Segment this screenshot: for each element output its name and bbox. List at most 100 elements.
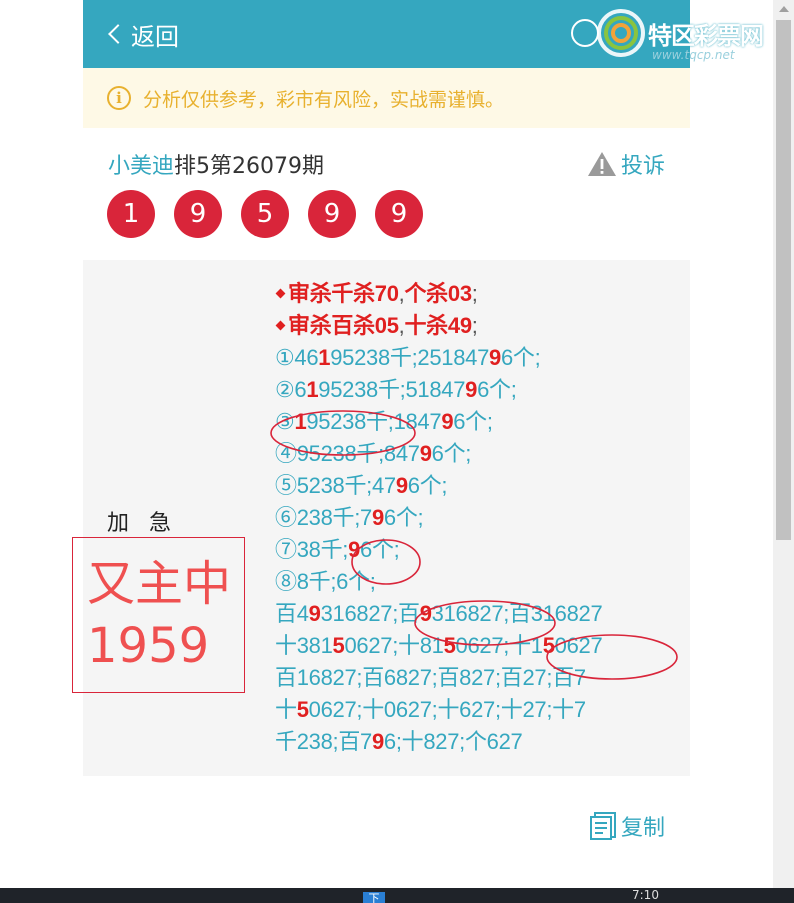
taskbar-clock: 7:10: [632, 888, 659, 902]
highlight-digit: 1: [306, 377, 319, 402]
line-text: 6个;: [383, 505, 424, 530]
result-ball: 9: [375, 190, 423, 238]
copy-button[interactable]: 复制: [589, 810, 665, 842]
prediction-lines: 审杀千杀70,个杀03; 审杀百杀05,十杀49; ①46195238千;25184…: [275, 278, 690, 758]
highlight-digit: 9: [371, 729, 384, 754]
prediction-line: ⑤5238千;4796个;: [275, 470, 690, 502]
result-ball: 5: [241, 190, 289, 238]
line-text: ②6: [275, 377, 307, 402]
scroll-up-arrow-icon[interactable]: [773, 0, 794, 17]
prediction-line: ④95238千;84796个;: [275, 438, 690, 470]
line-text: ⑥238千;7: [275, 505, 372, 530]
line-text: ;: [471, 281, 478, 306]
highlight-digit: 5: [542, 633, 555, 658]
prediction-line: ①46195238千;25184796个;: [275, 342, 690, 374]
line-text: ⑦38千;: [275, 537, 349, 562]
line-text: 6个;: [431, 441, 472, 466]
line-text: 审杀千杀70: [288, 281, 399, 306]
line-text: 十381: [275, 633, 333, 658]
watermark-name: 特区彩票网: [648, 22, 764, 50]
copy-icon: [589, 811, 617, 841]
highlight-digit: 9: [489, 345, 501, 370]
period-label: 排5第26079期: [174, 154, 324, 179]
line-text: 6;十827;个627: [383, 729, 523, 754]
prediction-line: ②6195238千;5184796个;: [275, 374, 690, 406]
app-container: 返回 i 分析仅供参考，彩市有风险，实战需谨慎。 小美迪排5第26079期 投诉…: [72, 0, 690, 776]
highlight-digit: 5: [443, 633, 456, 658]
prediction-line: ⑥238千;796个;: [275, 502, 690, 534]
highlight-digit: 1: [318, 345, 331, 370]
highlight-digit: 5: [332, 633, 345, 658]
line-text: 6个;: [500, 345, 541, 370]
line-text: 0627;十81: [344, 633, 444, 658]
line-text: 十: [275, 697, 297, 722]
line-text: 审杀百杀05: [288, 313, 399, 338]
back-button[interactable]: 返回: [107, 17, 179, 51]
post-title-row: 小美迪排5第26079期 投诉: [83, 128, 690, 190]
ime-indicator[interactable]: 下: [363, 892, 385, 903]
highlight-digit: 9: [465, 377, 478, 402]
highlight-digit: 5: [296, 697, 309, 722]
post-title: 小美迪排5第26079期: [108, 148, 324, 180]
draw-result-balls: 1 9 5 9 9: [83, 190, 690, 260]
info-icon: i: [107, 86, 131, 110]
line-text: ③: [275, 409, 295, 434]
urgent-char-2: 急: [149, 511, 172, 536]
prediction-line: 千238;百796;十827;个627: [275, 726, 690, 758]
report-button[interactable]: 投诉: [587, 148, 665, 180]
line-text: ④95238千;847: [275, 441, 420, 466]
prediction-line: 十50627;十0627;十627;十27;十7: [275, 694, 690, 726]
hit-stamp-box: 又主中 1959: [72, 537, 245, 693]
prediction-line: 审杀百杀05,十杀49;: [275, 310, 690, 342]
urgent-char-1: 加: [107, 511, 130, 536]
prediction-line: 百16827;百6827;百827;百27;百7: [275, 662, 690, 694]
line-text: 6个;: [407, 473, 448, 498]
result-ball: 9: [308, 190, 356, 238]
prediction-line: ⑦38千;96个;: [275, 534, 690, 566]
line-text: 十杀49: [404, 313, 472, 338]
line-text: ①46: [275, 345, 319, 370]
line-text: 316827;百316827: [431, 601, 603, 626]
highlight-digit: 9: [441, 409, 454, 434]
prediction-line: 审杀千杀70,个杀03;: [275, 278, 690, 310]
post-content: 加急 又主中 1959 审杀千杀70,个杀03; 审杀百杀05,十杀49; ①461…: [72, 260, 690, 776]
line-text: 95238千;251847: [330, 345, 490, 370]
chevron-left-icon: [108, 24, 128, 44]
urgent-label: 加急: [107, 505, 191, 537]
prediction-line: 十38150627;十8150627;十150627: [275, 630, 690, 662]
search-icon[interactable]: [571, 19, 599, 47]
highlight-digit: 9: [395, 473, 408, 498]
notice-text: 分析仅供参考，彩市有风险，实战需谨慎。: [143, 88, 505, 111]
line-text: 百4: [275, 601, 309, 626]
highlight-digit: 9: [308, 601, 321, 626]
result-ball: 9: [174, 190, 222, 238]
line-text: 0627;十0627;十627;十27;十7: [308, 697, 586, 722]
author-link[interactable]: 小美迪: [108, 154, 174, 179]
scrollbar-thumb[interactable]: [776, 20, 791, 540]
diamond-icon: [275, 320, 286, 331]
copy-label: 复制: [620, 816, 665, 841]
prediction-line: 百49316827;百9316827;百316827: [275, 598, 690, 630]
result-ball: 1: [107, 190, 155, 238]
line-text: 316827;百: [320, 601, 420, 626]
os-taskbar: 下 7:10: [0, 888, 794, 903]
line-text: ;: [471, 313, 478, 338]
highlight-digit: 9: [419, 441, 432, 466]
report-label: 投诉: [620, 154, 665, 179]
line-text: 个杀03: [404, 281, 472, 306]
line-text: 百16827;百6827;百827;百27;百7: [275, 665, 586, 690]
line-text: 95238千;51847: [318, 377, 466, 402]
prediction-line: ③195238千;184796个;: [275, 406, 690, 438]
risk-notice: i 分析仅供参考，彩市有风险，实战需谨慎。: [83, 68, 690, 128]
line-text: 6个;: [453, 409, 493, 434]
line-text: ⑤5238千;47: [275, 473, 396, 498]
line-text: 0627;十1: [455, 633, 544, 658]
scrollbar[interactable]: [773, 0, 794, 888]
site-watermark: 特区彩票网 www.tqcp.net: [596, 6, 790, 66]
line-text: 0627: [554, 633, 603, 658]
site-logo-icon: [597, 9, 645, 57]
hit-stamp-line1: 又主中: [87, 556, 232, 612]
watermark-url: www.tqcp.net: [652, 48, 735, 62]
highlight-digit: 9: [371, 505, 384, 530]
back-label: 返回: [131, 22, 179, 51]
